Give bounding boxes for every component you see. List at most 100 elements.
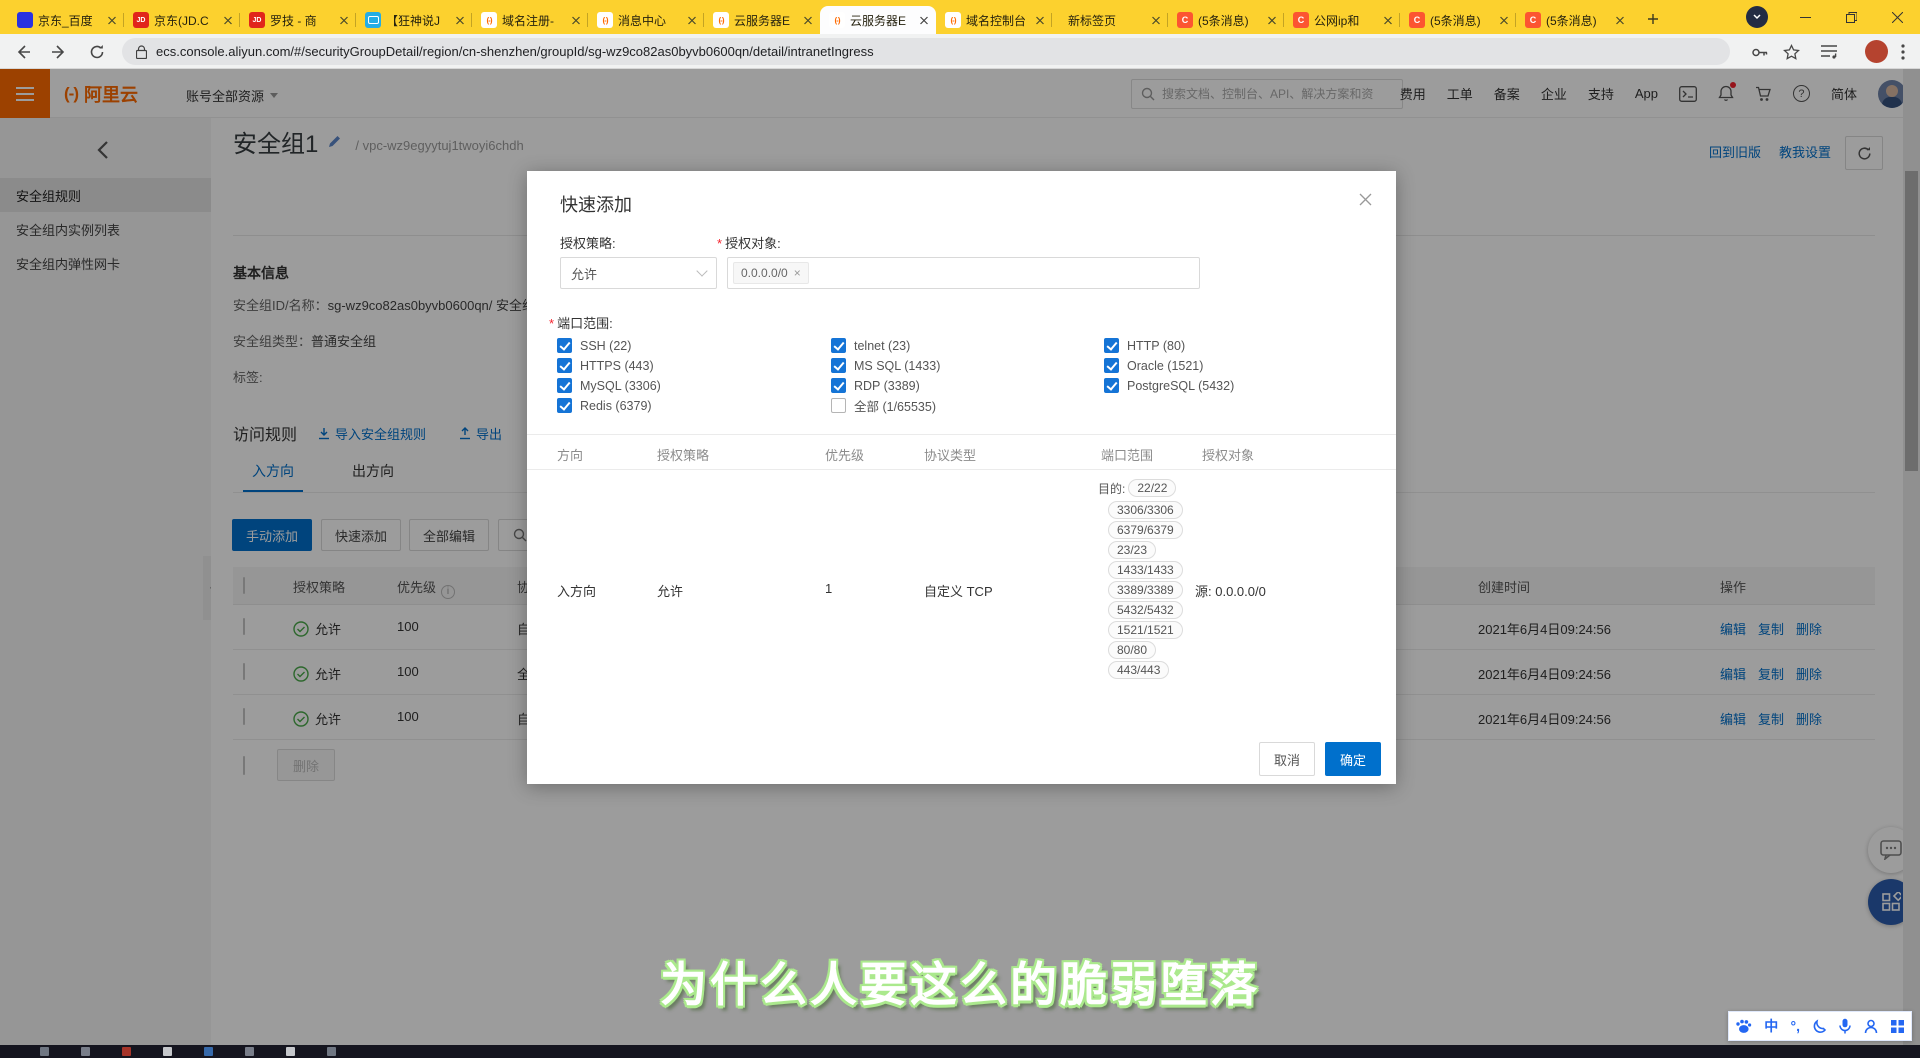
browser-tab[interactable]: 【狂神说J: [356, 6, 472, 34]
tab-close-icon[interactable]: [1613, 16, 1627, 25]
port-option-mssql[interactable]: MS SQL (1433): [831, 358, 940, 373]
jd-favicon-icon: [133, 12, 149, 28]
confirm-button[interactable]: 确定: [1325, 742, 1381, 776]
csdn-favicon-icon: [1525, 12, 1541, 28]
restore-button[interactable]: [1828, 0, 1874, 34]
moon-night-icon[interactable]: [1812, 1019, 1827, 1034]
port-pill: 6379/6379: [1108, 521, 1183, 539]
checkbox-checked-icon: [557, 398, 572, 413]
taskbar-icon[interactable]: [163, 1047, 172, 1056]
port-option-rdp[interactable]: RDP (3389): [831, 378, 940, 393]
port-option-all[interactable]: 全部 (1/65535): [831, 398, 940, 413]
back-button[interactable]: [10, 39, 36, 65]
tab-close-icon[interactable]: [917, 16, 931, 25]
taskbar[interactable]: [0, 1045, 1920, 1058]
tab-close-icon[interactable]: [569, 16, 583, 25]
browser-tab[interactable]: (5条消息): [1400, 6, 1516, 34]
forward-button[interactable]: [46, 39, 72, 65]
browser-tab[interactable]: 域名注册-: [472, 6, 588, 34]
taskbar-icon[interactable]: [40, 1047, 49, 1056]
taskbar-icon[interactable]: [122, 1047, 131, 1056]
restore-icon: [1846, 12, 1857, 23]
tab-close-icon[interactable]: [801, 16, 815, 25]
address-bar[interactable]: ecs.console.aliyun.com/#/securityGroupDe…: [122, 38, 1730, 65]
modal-close-button[interactable]: [1359, 193, 1372, 211]
required-asterisk: *: [549, 316, 554, 331]
port-pill: 3389/3389: [1108, 581, 1183, 599]
port-option-telnet[interactable]: telnet (23): [831, 338, 940, 353]
browser-tab[interactable]: 新标签页: [1052, 6, 1168, 34]
browser-tab-bar: 京东_百度 京东(JD.C 罗技 - 商 【狂神说J 域名注册- 消息中心 云服…: [0, 0, 1920, 34]
ime-punctuation-toggle[interactable]: °,: [1791, 1018, 1801, 1034]
checkbox-checked-icon: [1104, 338, 1119, 353]
tab-close-icon[interactable]: [1381, 16, 1395, 25]
cancel-button[interactable]: 取消: [1259, 742, 1315, 776]
tab-close-icon[interactable]: [1265, 16, 1279, 25]
browser-tab[interactable]: (5条消息): [1168, 6, 1284, 34]
direction-cell: 入方向: [557, 581, 596, 600]
minimize-button[interactable]: [1782, 0, 1828, 34]
bookmark-star-button[interactable]: [1778, 39, 1804, 65]
taskbar-icon[interactable]: [204, 1047, 213, 1056]
ime-mode-toggle[interactable]: 中: [1764, 1016, 1778, 1036]
browser-tab[interactable]: 京东_百度: [8, 6, 124, 34]
port-option-ssh[interactable]: SSH (22): [557, 338, 661, 353]
port-pill: 1521/1521: [1108, 621, 1183, 639]
chevron-down-icon: [696, 265, 707, 276]
browser-tab-active[interactable]: 云服务器E: [820, 6, 936, 34]
tab-close-icon[interactable]: [221, 16, 235, 25]
tab-close-icon[interactable]: [685, 16, 699, 25]
browser-profile-avatar[interactable]: [1746, 6, 1768, 28]
back-icon: [15, 44, 31, 60]
close-icon: [1359, 193, 1372, 206]
tab-close-icon[interactable]: [105, 16, 119, 25]
port-option-https[interactable]: HTTPS (443): [557, 358, 661, 373]
reload-button[interactable]: [84, 39, 110, 65]
port-option-postgresql[interactable]: PostgreSQL (5432): [1104, 378, 1234, 393]
ime-panel-grid-icon[interactable]: [1890, 1019, 1905, 1034]
taskbar-icon[interactable]: [327, 1047, 336, 1056]
browser-tab[interactable]: 公网ip和: [1284, 6, 1400, 34]
close-window-button[interactable]: [1874, 0, 1920, 34]
csdn-favicon-icon: [1177, 12, 1193, 28]
taskbar-icon[interactable]: [286, 1047, 295, 1056]
port-option-http[interactable]: HTTP (80): [1104, 338, 1234, 353]
browser-menu-button[interactable]: [1890, 39, 1916, 65]
port-option-mysql[interactable]: MySQL (3306): [557, 378, 661, 393]
taskbar-icon[interactable]: [245, 1047, 254, 1056]
tab-label: 云服务器E: [850, 12, 912, 29]
tab-close-icon[interactable]: [1033, 16, 1047, 25]
bilibili-favicon-icon: [365, 12, 381, 28]
password-key-button[interactable]: [1746, 39, 1772, 65]
browser-tab[interactable]: (5条消息): [1516, 6, 1632, 34]
user-profile-icon[interactable]: [1864, 1019, 1878, 1034]
target-input[interactable]: 0.0.0.0/0×: [727, 257, 1200, 289]
reading-list-button[interactable]: [1816, 39, 1842, 65]
tab-close-icon[interactable]: [1149, 16, 1163, 25]
aliyun-favicon-icon: [945, 12, 961, 28]
remove-tag-icon[interactable]: ×: [794, 266, 801, 280]
key-icon: [1751, 44, 1768, 61]
tab-label: 公网ip和: [1314, 12, 1376, 29]
browser-user-avatar[interactable]: [1865, 40, 1888, 63]
policy-select[interactable]: 允许: [560, 257, 717, 289]
jd-favicon-icon: [249, 12, 265, 28]
tab-close-icon[interactable]: [1497, 16, 1511, 25]
browser-tab[interactable]: 云服务器E: [704, 6, 820, 34]
browser-tab[interactable]: 罗技 - 商: [240, 6, 356, 34]
new-tab-button[interactable]: [1640, 6, 1666, 32]
browser-tab[interactable]: 京东(JD.C: [124, 6, 240, 34]
port-option-redis[interactable]: Redis (6379): [557, 398, 661, 413]
tab-label: 京东(JD.C: [154, 12, 216, 29]
baidu-paw-icon[interactable]: [1735, 1019, 1752, 1034]
browser-tab[interactable]: 消息中心: [588, 6, 704, 34]
taskbar-icon[interactable]: [81, 1047, 90, 1056]
tab-label: 罗技 - 商: [270, 12, 332, 29]
microphone-icon[interactable]: [1839, 1018, 1851, 1034]
browser-tab[interactable]: 域名控制台: [936, 6, 1052, 34]
minimize-icon: [1800, 12, 1811, 23]
port-option-oracle[interactable]: Oracle (1521): [1104, 358, 1234, 373]
tab-close-icon[interactable]: [337, 16, 351, 25]
tab-close-icon[interactable]: [453, 16, 467, 25]
kebab-menu-icon: [1901, 44, 1905, 60]
